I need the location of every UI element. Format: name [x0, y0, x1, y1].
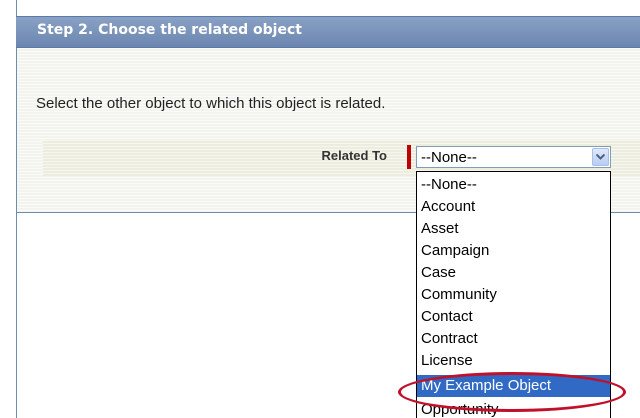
option-opportunity[interactable]: Opportunity	[417, 399, 610, 418]
related-to-dropdown-list[interactable]: --None-- Account Asset Campaign Case Com…	[416, 171, 611, 418]
related-to-label: Related To	[321, 148, 388, 163]
chevron-down-icon[interactable]	[592, 148, 609, 166]
step-header: Step 2. Choose the related object	[16, 16, 640, 48]
option-my-example-object[interactable]: My Example Object	[417, 375, 610, 397]
option-contact[interactable]: Contact	[417, 306, 610, 328]
option-community[interactable]: Community	[417, 284, 610, 306]
option-campaign[interactable]: Campaign	[417, 240, 610, 262]
instruction-text: Select the other object to which this ob…	[36, 95, 386, 112]
option-license[interactable]: License	[417, 350, 610, 372]
select-current-value: --None--	[421, 149, 477, 166]
option-none[interactable]: --None--	[417, 174, 610, 196]
required-indicator	[407, 145, 411, 169]
option-account[interactable]: Account	[417, 196, 610, 218]
option-case[interactable]: Case	[417, 262, 610, 284]
related-to-select[interactable]: --None--	[416, 146, 611, 168]
option-contract[interactable]: Contract	[417, 328, 610, 350]
option-asset[interactable]: Asset	[417, 218, 610, 240]
step-title: Step 2. Choose the related object	[37, 22, 302, 38]
